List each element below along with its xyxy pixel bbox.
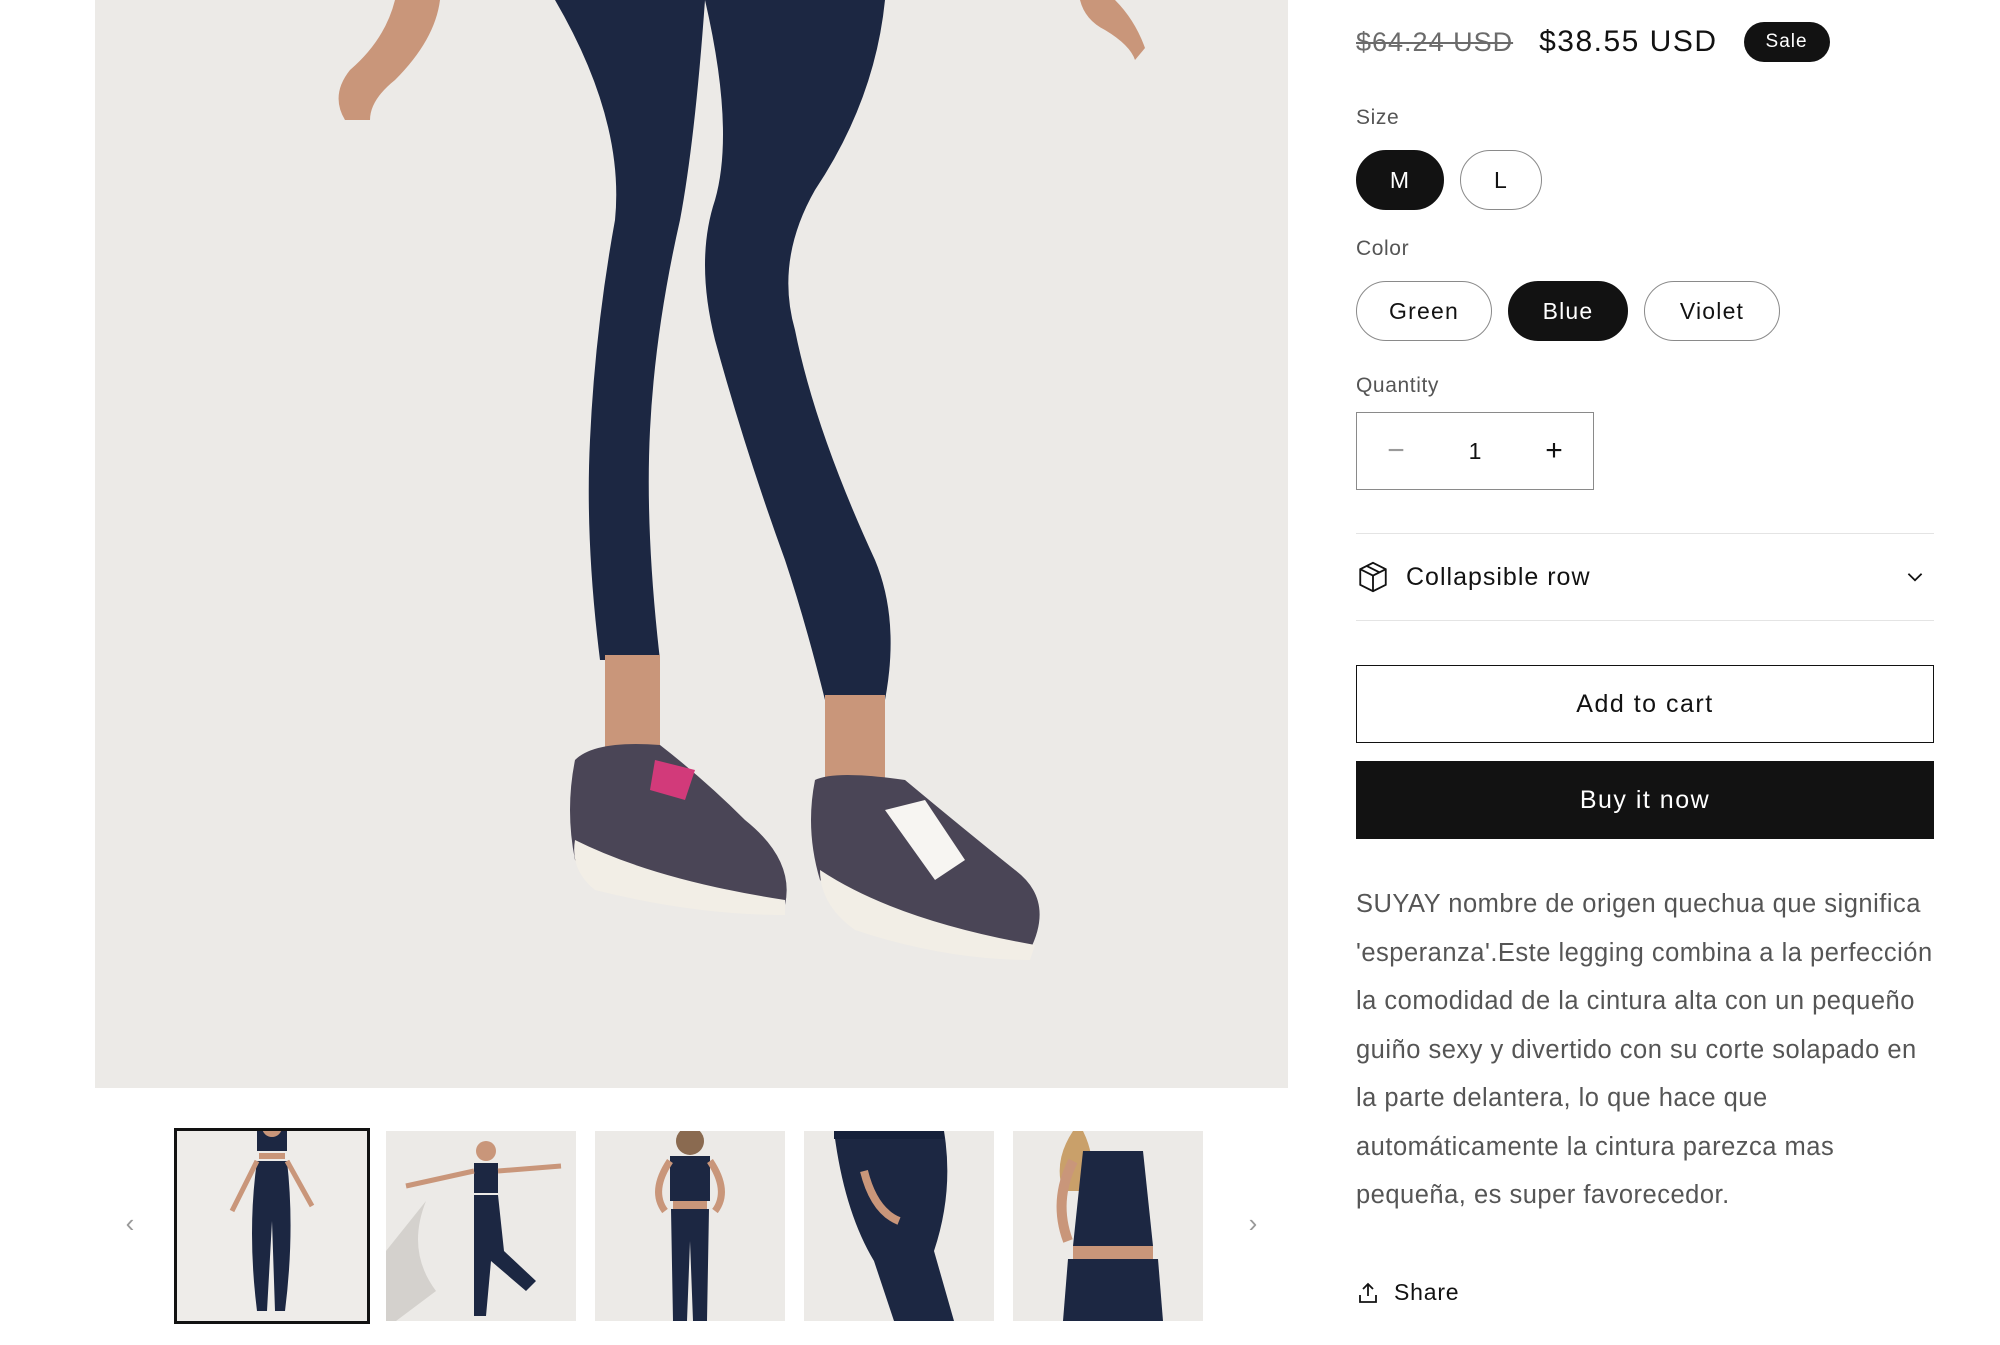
quantity-input[interactable] bbox=[1445, 437, 1505, 465]
product-description: SUYAY nombre de origen quechua que signi… bbox=[1356, 890, 1933, 1209]
collapsible-row[interactable]: Collapsible row bbox=[1356, 533, 1934, 621]
collapsible-row-label: Collapsible row bbox=[1406, 562, 1591, 591]
thumbnail-image bbox=[177, 1131, 367, 1321]
thumbnail-3[interactable] bbox=[595, 1131, 785, 1321]
add-to-cart-button[interactable]: Add to cart bbox=[1356, 665, 1934, 743]
color-option-blue[interactable]: Blue bbox=[1508, 281, 1628, 341]
thumbnail-1[interactable] bbox=[174, 1128, 370, 1324]
thumbnail-gallery: ‹ › bbox=[95, 1128, 1288, 1328]
thumbnail-image bbox=[1013, 1131, 1203, 1321]
buy-now-button[interactable]: Buy it now bbox=[1356, 761, 1934, 839]
thumbnail-image bbox=[386, 1131, 576, 1321]
product-main-image[interactable] bbox=[95, 0, 1288, 1088]
legging-photo bbox=[95, 0, 1288, 1088]
quantity-label: Quantity bbox=[1356, 374, 1440, 397]
share-button[interactable]: Share bbox=[1356, 1279, 1459, 1306]
color-options: Green Blue Violet bbox=[1356, 281, 1780, 341]
size-option-m[interactable]: M bbox=[1356, 150, 1444, 210]
size-option-l[interactable]: L bbox=[1460, 150, 1542, 210]
thumbnail-image bbox=[595, 1131, 785, 1321]
thumbnail-image bbox=[804, 1131, 994, 1321]
color-option-violet[interactable]: Violet bbox=[1644, 281, 1780, 341]
quantity-stepper: − + bbox=[1356, 412, 1594, 490]
share-label: Share bbox=[1394, 1279, 1460, 1305]
sale-price: $38.55 USD bbox=[1539, 25, 1718, 58]
chevron-left-icon[interactable]: ‹ bbox=[115, 1208, 145, 1238]
package-box-icon bbox=[1359, 561, 1387, 593]
thumbnail-5[interactable] bbox=[1013, 1131, 1203, 1321]
size-label: Size bbox=[1356, 106, 1400, 129]
chevron-right-icon[interactable]: › bbox=[1238, 1208, 1268, 1238]
sale-badge: Sale bbox=[1743, 22, 1830, 62]
quantity-decrease-button[interactable]: − bbox=[1357, 413, 1435, 489]
thumbnail-2[interactable] bbox=[386, 1131, 576, 1321]
color-option-green[interactable]: Green bbox=[1356, 281, 1492, 341]
size-options: M L bbox=[1356, 150, 1542, 210]
quantity-increase-button[interactable]: + bbox=[1515, 413, 1593, 489]
color-label: Color bbox=[1356, 237, 1410, 260]
regular-price: $64.24 USD bbox=[1356, 26, 1514, 57]
price-row: $64.24 USD $38.55 USD Sale bbox=[1356, 22, 1830, 62]
thumbnail-4[interactable] bbox=[804, 1131, 994, 1321]
share-upload-icon bbox=[1359, 1282, 1377, 1303]
chevron-down-icon bbox=[1907, 573, 1923, 582]
